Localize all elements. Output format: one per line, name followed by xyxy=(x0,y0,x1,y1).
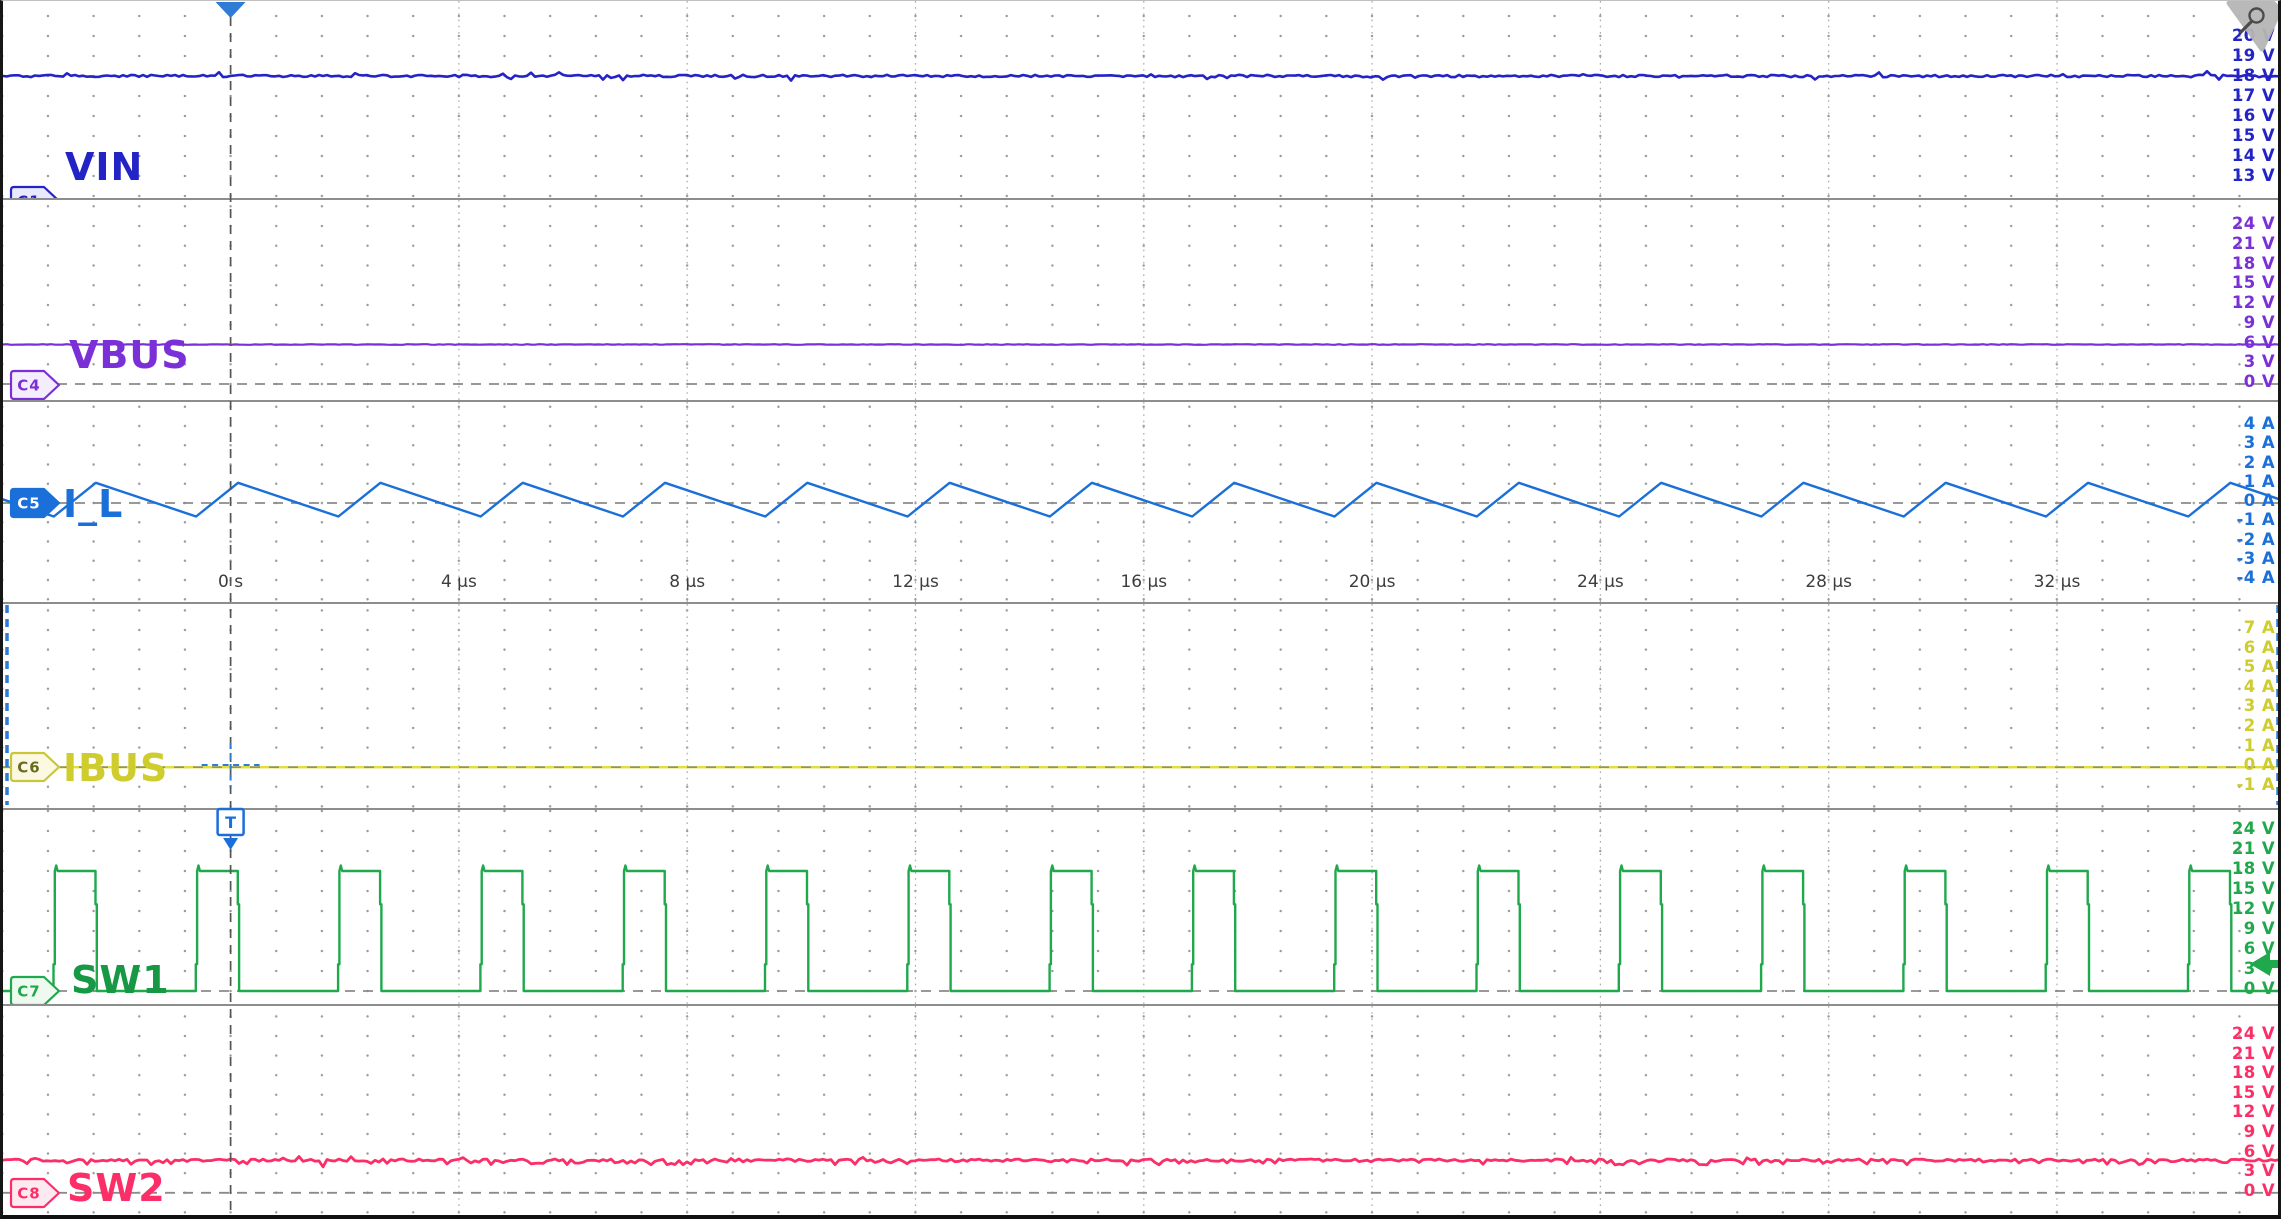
tick-label-vin: 15 V xyxy=(2189,125,2275,147)
time-axis-label: 24 µs xyxy=(1554,572,1646,592)
tick-label-vin: 14 V xyxy=(2189,145,2275,167)
tick-label-vbus: 6 V xyxy=(2189,332,2275,354)
tick-label-sw2: 0 V xyxy=(2189,1180,2275,1202)
channel-label-sw1: SW1 xyxy=(71,960,170,1002)
tick-label-sw1: 12 V xyxy=(2189,898,2275,920)
channel-panel-vin[interactable]: C1VIN xyxy=(3,1,2278,198)
tick-label-vin: 16 V xyxy=(2189,105,2275,127)
tick-label-vin: 13 V xyxy=(2189,165,2275,187)
time-axis-label: 12 µs xyxy=(870,572,962,592)
tick-label-sw1: 18 V xyxy=(2189,858,2275,880)
time-axis-label: 28 µs xyxy=(1783,572,1875,592)
tick-label-sw1: 24 V xyxy=(2189,818,2275,840)
channel-panel-vbus[interactable]: C4 VBUS xyxy=(3,198,2278,400)
tick-label-vbus: 24 V xyxy=(2189,213,2275,235)
tick-label-vin: 18 V xyxy=(2189,65,2275,87)
channel-label-sw2: SW2 xyxy=(67,1168,166,1210)
waveform-ibus xyxy=(3,604,2278,808)
time-axis-label: 4 µs xyxy=(413,572,505,592)
time-axis-label: 8 µs xyxy=(641,572,733,592)
channel-badge-text: C6 xyxy=(17,759,40,777)
tick-label-vbus: 21 V xyxy=(2189,233,2275,255)
tick-label-vbus: 15 V xyxy=(2189,272,2275,294)
tick-label-vbus: 9 V xyxy=(2189,312,2275,334)
waveform-vbus xyxy=(3,200,2278,400)
waveform-sw2 xyxy=(3,1006,2278,1219)
tick-label-sw1: 6 V xyxy=(2189,938,2275,960)
time-axis-label: 20 µs xyxy=(1326,572,1418,592)
channel-panel-ibus[interactable]: C6 IBUS xyxy=(3,602,2278,808)
tick-label-sw1: 0 V xyxy=(2189,978,2275,1000)
tick-label-vbus: 3 V xyxy=(2189,351,2275,373)
time-axis-label: 0 s xyxy=(185,572,277,592)
tick-label-sw1: 9 V xyxy=(2189,918,2275,940)
channel-badge-c1[interactable]: C1 xyxy=(8,183,64,198)
tick-label-vin: 19 V xyxy=(2189,45,2275,67)
tick-label-vin: 20 V xyxy=(2189,25,2275,47)
time-axis-label: 16 µs xyxy=(1098,572,1190,592)
channel-panel-sw2[interactable]: C8 SW2 xyxy=(3,1004,2278,1219)
tick-label-sw1: 21 V xyxy=(2189,838,2275,860)
channel-panel-sw1[interactable]: C7 SW1 xyxy=(3,808,2278,1004)
tick-label-sw1: 3 V xyxy=(2189,958,2275,980)
channel-badge-c5[interactable]: C5 xyxy=(8,485,64,521)
tick-label-sw1: 15 V xyxy=(2189,878,2275,900)
channel-badge-text: C8 xyxy=(17,1185,40,1203)
channel-badge-text: C7 xyxy=(17,983,40,1001)
tick-label-vbus: 18 V xyxy=(2189,253,2275,275)
tick-label-vbus: 12 V xyxy=(2189,292,2275,314)
channel-label-ibus: IBUS xyxy=(63,748,168,790)
tick-label-vin: 17 V xyxy=(2189,85,2275,107)
channel-badge-text: C5 xyxy=(17,495,40,513)
channel-badge-c6[interactable]: C6 xyxy=(8,749,64,785)
waveform-vin xyxy=(3,1,2278,198)
channel-label-vbus: VBUS xyxy=(69,335,190,377)
tick-label-vbus: 0 V xyxy=(2189,371,2275,393)
channel-label-il: I_L xyxy=(63,484,123,526)
channel-badge-c7[interactable]: C7 xyxy=(8,973,64,1004)
time-axis-label: 32 µs xyxy=(2011,572,2103,592)
waveform-sw1 xyxy=(3,810,2278,1004)
oscilloscope-display: C1VIN20 V19 V18 V17 V16 V15 V14 V13 VC4V… xyxy=(0,0,2281,1219)
tick-label-il: -4 A xyxy=(2189,567,2275,589)
tick-label-ibus: -1 A xyxy=(2189,774,2275,796)
channel-badge-c8[interactable]: C8 xyxy=(8,1175,64,1211)
channel-badge-c4[interactable]: C4 xyxy=(8,367,64,400)
channel-label-vin: VIN xyxy=(65,147,143,189)
channel-badge-text: C4 xyxy=(17,377,40,395)
